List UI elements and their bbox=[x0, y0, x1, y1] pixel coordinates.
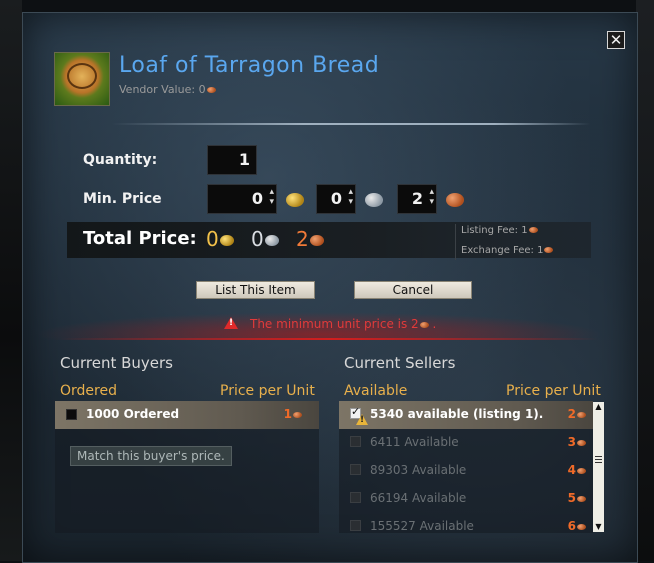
listing-fee: Listing Fee: 1 bbox=[461, 225, 538, 236]
match-buyer-tooltip[interactable]: Match this buyer's price. bbox=[70, 446, 232, 466]
scroll-up-icon[interactable]: ▲ bbox=[593, 402, 604, 412]
seller-row-label[interactable]: 66194 Available bbox=[370, 491, 466, 505]
copper-coin-icon bbox=[577, 523, 586, 530]
copper-coin-icon bbox=[528, 227, 538, 233]
copper-coin-icon bbox=[206, 87, 216, 93]
total-silver-value: 0 bbox=[251, 227, 264, 251]
quantity-input[interactable]: 1 bbox=[207, 145, 257, 175]
buyer-row-price: 1 bbox=[270, 407, 302, 421]
copper-coin-icon bbox=[446, 193, 464, 207]
list-item-button[interactable]: List This Item bbox=[196, 281, 315, 299]
total-silver: 0 bbox=[251, 227, 279, 251]
error-divider bbox=[60, 338, 600, 340]
copper-price-value: 2 bbox=[411, 189, 423, 208]
seller-row-price: 3 bbox=[554, 435, 586, 449]
seller-row-price-value: 5 bbox=[567, 491, 576, 505]
vendor-value: Vendor Value: 0 bbox=[119, 83, 216, 96]
buyers-ordered-header[interactable]: Ordered bbox=[60, 383, 117, 399]
gold-coin-icon bbox=[219, 235, 234, 246]
gold-price-value: 0 bbox=[251, 189, 263, 208]
copper-coin-icon bbox=[577, 411, 586, 418]
error-message-text: The minimum unit price is 2 bbox=[250, 317, 419, 331]
total-copper-value: 2 bbox=[296, 227, 309, 251]
seller-row-price-value: 6 bbox=[567, 519, 576, 533]
seller-row-price: 5 bbox=[554, 491, 586, 505]
seller-row-price-value: 2 bbox=[567, 407, 576, 421]
cancel-button[interactable]: Cancel bbox=[354, 281, 472, 299]
copper-coin-icon bbox=[293, 411, 302, 418]
warning-icon: ! bbox=[224, 317, 238, 329]
total-gold: 0 bbox=[206, 227, 234, 251]
copper-price-input[interactable]: 2 ▴ ▾ bbox=[397, 184, 437, 214]
seller-row-label[interactable]: 6411 Available bbox=[370, 435, 459, 449]
copper-coin-icon bbox=[577, 439, 586, 446]
seller-row-checkbox[interactable] bbox=[350, 464, 361, 475]
silver-coin-icon bbox=[264, 235, 279, 246]
sellers-available-header[interactable]: Available bbox=[344, 383, 407, 399]
copper-stepper-icon[interactable]: ▴ ▾ bbox=[429, 187, 434, 207]
sellers-scrollbar[interactable] bbox=[593, 402, 604, 532]
error-message-suffix: . bbox=[432, 317, 437, 331]
buyers-price-header[interactable]: Price per Unit bbox=[220, 383, 315, 399]
silver-price-value: 0 bbox=[330, 189, 342, 208]
scroll-thumb[interactable] bbox=[595, 456, 602, 464]
gold-price-input[interactable]: 0 ▴ ▾ bbox=[207, 184, 277, 214]
seller-row-checkbox[interactable] bbox=[350, 520, 361, 531]
seller-row-price: 6 bbox=[554, 519, 586, 533]
gold-coin-icon bbox=[286, 193, 304, 207]
seller-row-price-value: 4 bbox=[567, 463, 576, 477]
gold-stepper-icon[interactable]: ▴ ▾ bbox=[269, 187, 274, 207]
seller-row-label: 5340 available (listing 1). bbox=[370, 407, 544, 421]
vendor-value-label: Vendor Value: bbox=[119, 83, 196, 96]
item-title: Loaf of Tarragon Bread bbox=[119, 53, 380, 78]
silver-coin-icon bbox=[365, 193, 383, 207]
seller-row-label[interactable]: 89303 Available bbox=[370, 463, 466, 477]
vendor-value-amount: 0 bbox=[198, 83, 206, 96]
exchange-fee-label: Exchange Fee: bbox=[461, 245, 534, 256]
sellers-price-header[interactable]: Price per Unit bbox=[506, 383, 601, 399]
seller-row-checkbox[interactable] bbox=[350, 436, 361, 447]
exchange-fee: Exchange Fee: 1 bbox=[461, 245, 554, 256]
buyer-row-checkbox[interactable] bbox=[66, 409, 77, 420]
silver-price-input[interactable]: 0 ▴ ▾ bbox=[316, 184, 356, 214]
total-price-label: Total Price: bbox=[83, 228, 197, 249]
error-message: The minimum unit price is 2 . bbox=[250, 317, 436, 331]
copper-coin-icon bbox=[577, 495, 586, 502]
close-button[interactable]: ✕ bbox=[607, 31, 625, 49]
warning-icon: ! bbox=[356, 414, 368, 425]
fee-divider bbox=[455, 224, 456, 260]
background-right bbox=[636, 0, 654, 561]
scroll-down-icon[interactable]: ▼ bbox=[593, 522, 604, 532]
exchange-fee-value: 1 bbox=[537, 245, 544, 256]
buyers-title: Current Buyers bbox=[60, 354, 173, 372]
header-divider bbox=[112, 123, 590, 125]
listing-fee-value: 1 bbox=[521, 225, 528, 236]
buyer-row-label: 1000 Ordered bbox=[86, 407, 180, 421]
seller-row-price-value: 3 bbox=[567, 435, 576, 449]
quantity-value: 1 bbox=[238, 150, 250, 169]
copper-coin-icon bbox=[544, 247, 554, 253]
quantity-label: Quantity: bbox=[83, 152, 158, 168]
buyer-row-price-value: 1 bbox=[283, 407, 292, 421]
min-price-label: Min. Price bbox=[83, 191, 162, 207]
copper-coin-icon bbox=[309, 235, 324, 246]
background-left bbox=[0, 0, 22, 561]
copper-coin-icon bbox=[577, 467, 586, 474]
seller-row-price: 4 bbox=[554, 463, 586, 477]
seller-row-price: 2 bbox=[554, 407, 586, 421]
item-icon-bread bbox=[54, 52, 110, 106]
total-gold-value: 0 bbox=[206, 227, 219, 251]
seller-row-label[interactable]: 155527 Available bbox=[370, 519, 474, 533]
sellers-title: Current Sellers bbox=[344, 354, 456, 372]
total-copper: 2 bbox=[296, 227, 324, 251]
listing-fee-label: Listing Fee: bbox=[461, 225, 519, 236]
copper-coin-icon bbox=[419, 321, 429, 328]
seller-row-checkbox[interactable] bbox=[350, 492, 361, 503]
silver-stepper-icon[interactable]: ▴ ▾ bbox=[348, 187, 353, 207]
